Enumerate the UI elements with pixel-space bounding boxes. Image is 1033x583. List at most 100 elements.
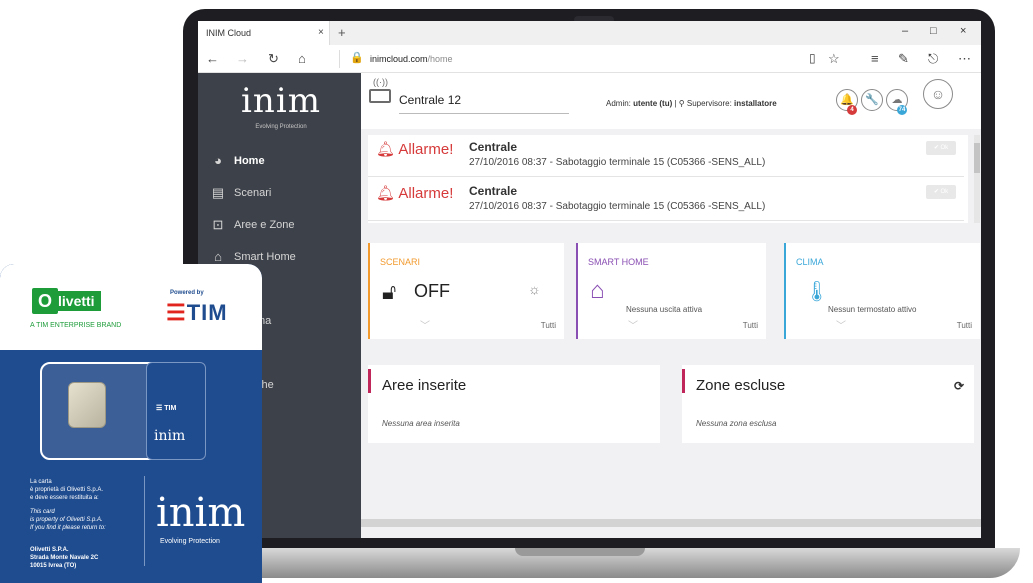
alarm-ok-button[interactable]: ✔ Ok [926, 185, 956, 199]
router-icon [369, 89, 391, 103]
sim-address: Olivetti S.P.A. Strada Monte Navale 2C 1… [30, 547, 99, 569]
card-title: Aree inserite [382, 377, 467, 394]
sidebar-item-label: Smart Home [234, 251, 296, 263]
chevron-down-icon[interactable]: ﹀ [420, 317, 430, 332]
alarm-ok-button[interactable]: ✔ Ok [926, 141, 956, 155]
house-wifi-icon: ⌂ [590, 277, 605, 304]
card-accent [576, 243, 578, 339]
address-divider [339, 50, 340, 68]
notes-icon[interactable]: ✎ [898, 51, 909, 67]
sim-chip [68, 382, 106, 428]
clima-card[interactable]: CLIMA 🌡︎ Nessun termostato attivo ﹀ Tutt… [784, 243, 980, 339]
wrench-icon[interactable]: 🔧 [861, 89, 883, 111]
url-host: inimcloud.com [370, 54, 428, 64]
share-icon[interactable]: ⎋ [928, 51, 938, 67]
sidebar-item-aree-zone[interactable]: ⊡ Aree e Zone [210, 218, 295, 232]
card-accent [368, 243, 370, 339]
scrollbar-thumb[interactable] [974, 143, 980, 173]
aree-inserite-card[interactable]: Aree inserite Nessuna area inserita [368, 365, 660, 443]
olivetti-subtitle: A TIM ENTERPRISE BRAND [30, 322, 122, 329]
refresh-icon[interactable]: ↻ [268, 51, 279, 67]
tab-close-icon[interactable]: × [318, 27, 324, 38]
supervisor-value: installatore [734, 99, 777, 108]
address-bar[interactable]: inimcloud.com/home [370, 54, 453, 64]
zone-escluse-card[interactable]: Zone escluse ⟳ Nessuna zona esclusa [682, 365, 974, 443]
empty-state: Nessuna area inserita [382, 419, 460, 428]
wifi-icon: ((·)) [373, 77, 388, 87]
card-accent [368, 369, 371, 393]
cloud-badge: 74 [897, 105, 907, 115]
chevron-down-icon[interactable]: ﹀ [628, 317, 638, 332]
alarm-scrollbar[interactable] [974, 135, 980, 223]
alarm-row[interactable]: 🔔︎ Allarme! Centrale 27/10/2016 08:37 - … [368, 135, 964, 177]
alarm-title: Centrale [469, 184, 518, 198]
alarm-label-text: Allarme! [398, 185, 454, 202]
admin-value: utente (tu) [633, 99, 673, 108]
hub-icon[interactable]: ≡ [871, 51, 879, 66]
alarm-label-text: Allarme! [398, 141, 454, 158]
browser-navbar: ← → ↻ ⌂ 🔒 inimcloud.com/home ▯ ☆ ≡ ✎ ⎋ ⋯ [198, 45, 981, 73]
card-footer[interactable]: Tutti [743, 321, 758, 330]
card-accent [784, 243, 786, 339]
card-status-text: Nessun termostato attivo [828, 305, 917, 314]
browser-tab[interactable]: INIM Cloud × [198, 21, 330, 45]
alarm-list: 🔔︎ Allarme! Centrale 27/10/2016 08:37 - … [368, 135, 968, 223]
home-icon[interactable]: ⌂ [298, 51, 306, 66]
user-info: Admin: utente (tu) | ⚲ Supervisore: inst… [606, 99, 777, 108]
olivetti-logo: O livetti [32, 288, 101, 314]
alarm-row[interactable]: 🔔︎ Allarme! Centrale 27/10/2016 08:37 - … [368, 179, 964, 221]
smart-home-card[interactable]: SMART HOME ⌂ Nessuna uscita attiva ﹀ Tut… [576, 243, 766, 339]
card-title: CLIMA [796, 257, 824, 267]
padlock-icon: 🔒 [350, 52, 364, 64]
card-title: SCENARI [380, 257, 421, 267]
app-topbar: ((·)) Centrale 12 Admin: utente (tu) | ⚲… [361, 73, 981, 129]
card-accent [682, 369, 685, 393]
minimize-icon[interactable]: – [902, 25, 908, 37]
card-footer[interactable]: Tutti [957, 321, 972, 330]
dashboard-icon: ◕ [214, 153, 222, 168]
app-footer-bar [361, 519, 981, 527]
sim-text-it: La carta è proprietà di Olivetti S.p.A. … [30, 479, 104, 501]
laptop-screen: INIM Cloud × + – □ × ← → ↻ ⌂ 🔒 inimcloud… [198, 21, 981, 538]
alarm-desc: 27/10/2016 08:37 - Sabotaggio terminale … [469, 157, 766, 168]
close-window-icon[interactable]: × [960, 25, 966, 37]
favorite-star-icon[interactable]: ☆ [828, 51, 840, 67]
more-icon[interactable]: ⋯ [958, 51, 971, 67]
sidebar-item-scenari[interactable]: ▤ Scenari [210, 186, 271, 200]
sidebar-item-label: Scenari [234, 187, 272, 199]
powered-by-label: Powered by [170, 290, 204, 296]
alarm-desc: 27/10/2016 08:37 - Sabotaggio terminale … [469, 201, 766, 212]
sim-divider [144, 476, 145, 566]
house-wifi-icon: ⌂ [214, 249, 222, 264]
sidebar-item-smart-home[interactable]: ⌂ Smart Home [210, 250, 296, 264]
supervisor-label: Supervisore: [686, 99, 732, 108]
new-tab-icon[interactable]: + [338, 25, 346, 40]
reading-view-icon[interactable]: ▯ [809, 51, 816, 65]
sim-inim-logo: inim [156, 490, 246, 536]
olivetti-mark: O [32, 288, 58, 314]
forward-icon[interactable]: → [236, 51, 249, 66]
maximize-icon[interactable]: □ [930, 25, 937, 37]
refresh-icon[interactable]: ⟳ [954, 379, 964, 393]
tim-mark: ☰ [166, 300, 187, 325]
bell-badge: 4 [847, 105, 857, 115]
empty-state: Nessuna zona esclusa [696, 419, 777, 428]
user-profile-icon[interactable]: ☺ [923, 79, 953, 109]
central-selector[interactable]: Centrale 12 [399, 93, 569, 114]
scenari-card[interactable]: SCENARI 🔓︎ OFF ☼ ﹀ Tutti [368, 243, 564, 339]
admin-label: Admin: [606, 99, 631, 108]
logo-tagline: Evolving Protection [255, 124, 307, 130]
bell-alert-icon: 🔔︎ [376, 185, 396, 202]
sidebar-item-home[interactable]: ◕ Home [210, 154, 265, 168]
inim-logo: inim [241, 81, 321, 121]
tim-logo: ☰TIM [166, 300, 228, 326]
back-icon[interactable]: ← [206, 51, 219, 66]
olivetti-word: livetti [56, 291, 101, 311]
bell-alert-icon: 🔔︎ [376, 141, 396, 158]
sidebar-item-label: Aree e Zone [234, 219, 295, 231]
thermometer-icon: 🌡︎ [804, 281, 830, 303]
card-footer[interactable]: Tutti [541, 321, 556, 330]
product-photo: INIM Cloud × + – □ × ← → ↻ ⌂ 🔒 inimcloud… [0, 0, 1033, 583]
scenario-state: OFF [414, 281, 450, 301]
chevron-down-icon[interactable]: ﹀ [836, 317, 846, 332]
